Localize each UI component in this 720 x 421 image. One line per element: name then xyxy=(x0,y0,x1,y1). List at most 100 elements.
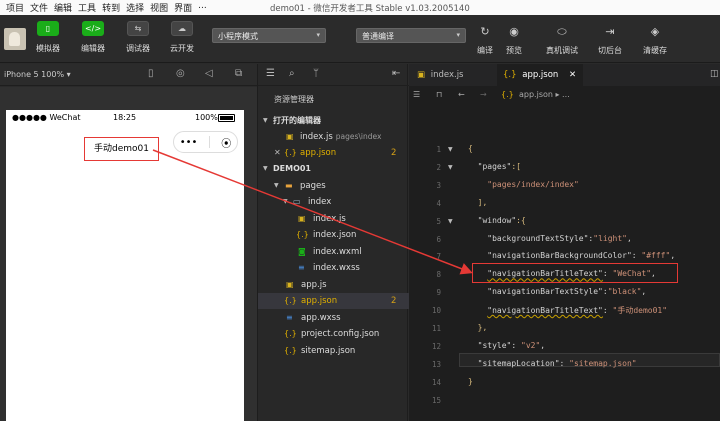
editor-button[interactable]: </> 编辑器 xyxy=(71,21,115,54)
folder-name: index xyxy=(308,197,332,207)
window-title: demo01 - 微信开发者工具 Stable v1.03.2005140 xyxy=(270,4,470,14)
tab-app-json[interactable]: {.} app.json ✕ xyxy=(497,64,583,86)
js-file-icon: ▣ xyxy=(298,214,306,223)
file-name: app.js xyxy=(301,280,327,290)
close-circle-icon[interactable]: ⦿ xyxy=(221,135,231,150)
tree-item-file[interactable]: {.} sitemap.json xyxy=(258,343,409,359)
line-number: 14 xyxy=(431,377,441,387)
device-debug-button[interactable]: ⬭ 真机调试 xyxy=(543,25,581,56)
code-line: }, xyxy=(468,323,488,332)
menu-file[interactable]: 文件 xyxy=(27,1,51,14)
split-editor-icon[interactable]: ◫ xyxy=(710,69,719,79)
line-number: 15 xyxy=(431,395,441,405)
explorer-title: 资源管理器 xyxy=(274,95,314,104)
preview-label: 预览 xyxy=(506,46,522,55)
debugger-label: 调试器 xyxy=(126,44,150,53)
window-icon[interactable]: ⧉ xyxy=(235,68,242,79)
file-name: index.wxss xyxy=(313,263,360,273)
menu-more[interactable]: ... xyxy=(195,1,210,14)
explorer-header: ☰ ⌕ ᛘ ⇤ xyxy=(258,64,409,86)
close-icon[interactable]: ✕ xyxy=(569,70,576,80)
preview-button[interactable]: ◉ 预览 xyxy=(495,25,533,56)
cloud-button[interactable]: ☁ 云开发 xyxy=(160,21,204,54)
code-line: "navigationBarBackgroundColor": "#fff", xyxy=(487,251,676,261)
background-icon: ⇥ xyxy=(605,25,615,38)
bookmark-icon[interactable]: ⊓ xyxy=(436,87,442,103)
collapse-icon[interactable]: ⇤ xyxy=(392,68,400,79)
code-line: "pages":[ xyxy=(477,161,521,171)
menu-interface[interactable]: 界面 xyxy=(171,1,195,14)
debug-device-icon: ⬭ xyxy=(557,25,567,38)
json-file-icon: {.} xyxy=(284,148,297,157)
capsule-menu[interactable]: ••• ⦿ xyxy=(173,131,238,153)
compile-label: 编译 xyxy=(477,46,493,55)
line-number: 2 xyxy=(436,162,441,172)
tree-item-folder[interactable]: ▼ ▭ index xyxy=(258,194,409,210)
menu-tools[interactable]: 工具 xyxy=(75,1,99,14)
tree-item-folder[interactable]: ▼ ▬ pages xyxy=(258,178,409,194)
code-line: "window":{ xyxy=(477,215,526,225)
close-icon[interactable]: ✕ xyxy=(274,145,281,161)
tree-item-file[interactable]: ≡ app.wxss xyxy=(258,310,409,326)
compile-select-value: 普通编译 xyxy=(362,32,394,41)
menu-view[interactable]: 视图 xyxy=(147,1,171,14)
tree-item-file[interactable]: {.} index.json xyxy=(258,227,409,243)
branch-icon[interactable]: ᛘ xyxy=(313,68,319,79)
open-editors-section[interactable]: ▼ 打开的编辑器 xyxy=(258,113,409,129)
tree-item-file[interactable]: {.} app.json 2 xyxy=(258,293,409,309)
open-editor-item[interactable]: ✕ {.} app.json 2 xyxy=(258,145,409,161)
tree-item-file[interactable]: ≡ index.wxss xyxy=(258,260,409,276)
file-name: app.json xyxy=(300,148,337,158)
forward-arrow-icon[interactable]: → xyxy=(480,87,487,103)
menu-project[interactable]: 项目 xyxy=(3,1,27,14)
fold-chevron-icon[interactable]: ▼ xyxy=(448,146,453,153)
device-select[interactable]: iPhone 5 100% ▾ xyxy=(4,70,71,79)
background-button[interactable]: ⇥ 切后台 xyxy=(591,25,629,56)
fold-chevron-icon[interactable]: ▼ xyxy=(448,164,453,171)
wxss-file-icon: ≡ xyxy=(286,313,293,322)
json-file-icon: {.} xyxy=(503,70,517,80)
list-icon[interactable]: ☰ xyxy=(413,87,420,103)
mode-select[interactable]: 小程序模式 ▾ xyxy=(212,28,326,43)
more-icon[interactable]: ••• xyxy=(180,137,198,148)
breadcrumb-path[interactable]: app.json ▸ ... xyxy=(519,87,570,103)
folder-icon: ▭ xyxy=(293,197,301,206)
json-file-icon: {.} xyxy=(501,90,514,99)
menu-list: 项目 文件 编辑 工具 转到 选择 视图 界面 ... xyxy=(0,1,210,14)
js-file-icon: ▣ xyxy=(286,132,294,141)
open-editor-item[interactable]: ▣ index.js pages\index xyxy=(258,129,409,145)
search-icon[interactable]: ⌕ xyxy=(289,68,295,79)
stop-icon[interactable]: ◎ xyxy=(176,68,185,79)
tree-item-file[interactable]: ▣ index.js xyxy=(258,211,409,227)
phone-icon[interactable]: ▯ xyxy=(148,68,154,79)
tree-item-file[interactable]: ▣ app.js xyxy=(258,277,409,293)
line-number: 4 xyxy=(436,198,441,208)
phone-icon: ▯ xyxy=(37,21,59,36)
menu-edit[interactable]: 编辑 xyxy=(51,1,75,14)
back-icon[interactable]: ◁ xyxy=(205,68,213,79)
cloud-label: 云开发 xyxy=(170,44,194,53)
debugger-button[interactable]: ⇆ 调试器 xyxy=(116,21,160,54)
clear-cache-label: 清缓存 xyxy=(643,46,667,55)
line-number: 12 xyxy=(431,341,441,351)
tab-index-js[interactable]: ▣ index.js xyxy=(417,64,497,86)
simulator-label: 模拟器 xyxy=(36,44,60,53)
clear-cache-button[interactable]: ◈ 清缓存 xyxy=(636,25,674,56)
tree-item-file[interactable]: {.} project.config.json xyxy=(258,326,409,342)
line-number: 13 xyxy=(431,359,441,369)
project-section[interactable]: ▼ DEMO01 xyxy=(258,161,409,177)
refresh-icon: ↻ xyxy=(480,25,490,38)
back-arrow-icon[interactable]: ← xyxy=(458,87,465,103)
list-icon[interactable]: ☰ xyxy=(266,68,275,79)
simulator-button[interactable]: ▯ 模拟器 xyxy=(26,21,70,54)
compile-select[interactable]: 普通编译 ▾ xyxy=(356,28,466,43)
menu-goto[interactable]: 转到 xyxy=(99,1,123,14)
fold-chevron-icon[interactable]: ▼ xyxy=(448,218,453,225)
avatar[interactable] xyxy=(4,28,26,50)
chevron-down-icon: ▾ xyxy=(456,31,460,39)
line-number: 6 xyxy=(436,234,441,244)
menu-select[interactable]: 选择 xyxy=(123,1,147,14)
editor-tabs: ▣ index.js {.} app.json ✕ ◫ xyxy=(409,64,720,86)
code-editor: ▣ index.js {.} app.json ✕ ◫ ☰ ⊓ ← → {.} … xyxy=(409,64,720,421)
tree-item-file[interactable]: ◙ index.wxml xyxy=(258,244,409,260)
